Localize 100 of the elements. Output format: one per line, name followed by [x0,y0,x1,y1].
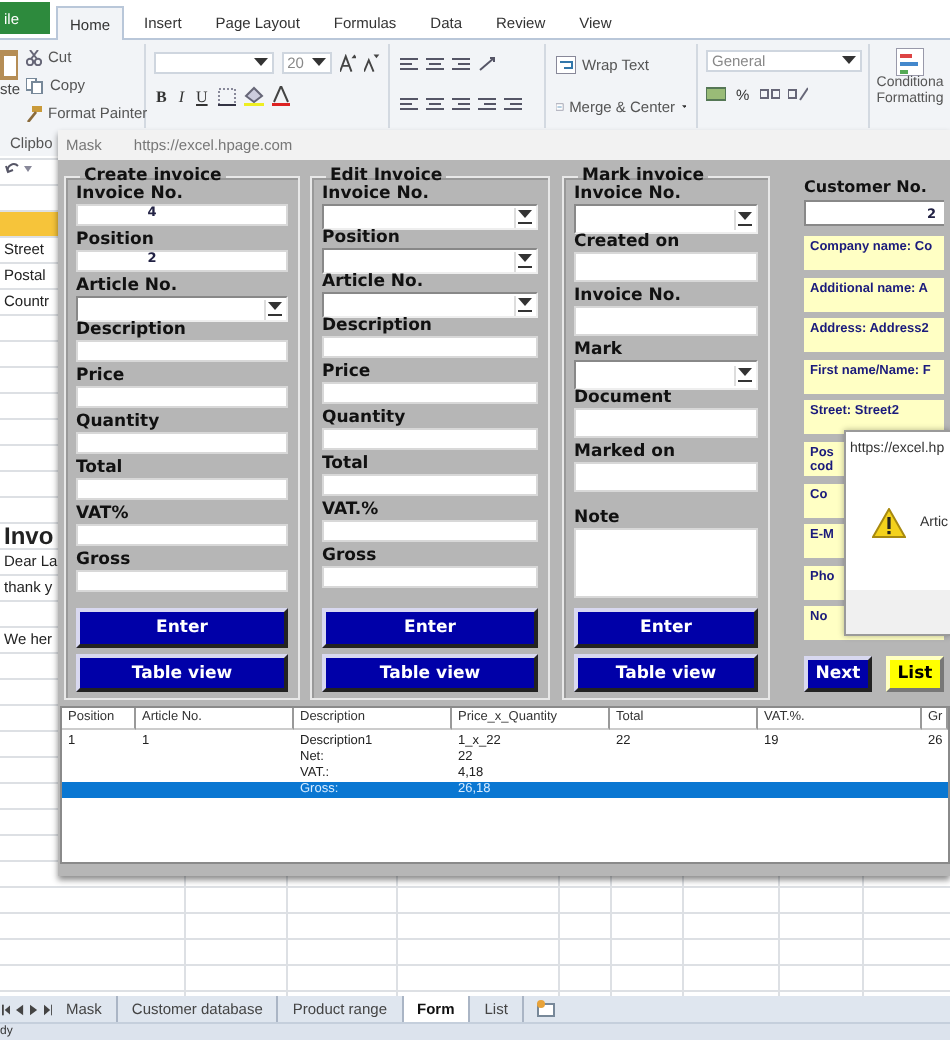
dropdown[interactable] [76,296,288,322]
dropdown[interactable] [574,204,758,234]
undo-icon[interactable] [4,160,36,176]
font-color-icon [271,86,290,106]
action-button[interactable]: Table view [322,654,538,692]
align-center-icon [426,96,444,112]
field-label: Position [322,230,400,248]
decrease-decimal-icon [787,86,808,102]
field-label: Position [76,232,154,250]
decrease-indent-icon [478,96,496,112]
grow-font-icon [339,53,357,71]
action-button[interactable]: Enter [322,608,538,648]
caret-icon [842,56,856,66]
field-label: Description [76,322,186,340]
field-label: Invoice No. [322,186,429,204]
action-button[interactable]: Table view [574,654,758,692]
italic-button[interactable]: I [176,84,187,108]
field-label: Mark [574,342,623,360]
field-label: Gross [322,548,377,566]
action-button[interactable]: Table view [76,654,288,692]
shrink-font-icon [364,53,380,71]
first-sheet-icon[interactable] [2,1003,11,1015]
filled-cell[interactable] [0,212,58,236]
warning-icon [872,508,906,538]
previous-sheet-icon[interactable] [16,1003,24,1015]
input-field[interactable] [574,306,758,336]
field-label: Customer No. [804,176,929,198]
input-field[interactable] [322,382,538,404]
dropdown[interactable] [322,204,538,230]
clipboard-icon [0,48,18,80]
copy-icon [26,77,45,93]
align-left-icon [400,96,418,112]
dropdown[interactable] [322,292,538,318]
brush-icon [26,105,43,121]
sheet-heading: Invo [4,522,54,550]
input-field[interactable] [322,566,538,588]
input-field[interactable] [322,336,538,358]
frame-title: Create invoice [84,166,224,186]
last-sheet-icon[interactable] [43,1003,52,1015]
field-label: Article No. [322,274,424,292]
input-field[interactable] [76,478,288,500]
frame-title: Mark invoice [582,166,707,186]
increase-decimal-icon [759,86,780,102]
font-name-field[interactable] [154,51,274,73]
merge-icon [556,98,564,116]
input-field[interactable] [574,252,758,282]
input-field[interactable] [574,462,758,492]
action-button[interactable]: List [886,656,944,692]
conditional-formatting-icon [896,48,924,76]
currency-icon [706,85,726,103]
caret-icon [268,302,282,316]
caret-icon [253,57,268,67]
caret-icon [518,254,532,268]
align-middle-icon [426,56,444,72]
input-field[interactable] [76,524,288,546]
align-bottom-icon [452,56,470,72]
field-label: Created on [574,234,680,252]
action-button[interactable]: Enter [76,608,288,648]
insert-sheet-icon[interactable] [535,1000,556,1018]
caret-icon [518,210,532,224]
border-icon [217,87,236,105]
input-field[interactable] [322,520,538,542]
action-button[interactable]: Enter [574,608,758,648]
bold-button[interactable]: B [154,84,169,108]
caret-icon [738,212,752,226]
input-field[interactable] [76,432,288,454]
field-label: Price [76,368,125,386]
wrap-text-icon [556,56,576,74]
action-button[interactable]: Next [804,656,872,692]
field-label: Note [574,510,620,528]
field-label: Article No. [76,278,178,296]
increase-indent-icon [504,96,522,112]
input-field[interactable] [76,386,288,408]
field-label: Quantity [76,414,160,432]
dropdown[interactable] [322,248,538,274]
field-label: Invoice No. [76,186,183,204]
input-field[interactable] [574,408,758,438]
field-label: Marked on [574,444,676,462]
input-field[interactable] [76,340,288,362]
field-label: Price [322,364,371,382]
field-label: Description [322,318,432,336]
field-label: Quantity [322,410,406,428]
fill-color-icon [243,86,264,106]
input-field[interactable] [76,570,288,592]
next-sheet-icon[interactable] [30,1003,38,1015]
field-label: VAT.% [322,502,379,520]
input-field[interactable] [322,474,538,496]
caret-icon [518,298,532,312]
align-right-icon [452,96,470,112]
input-field[interactable] [322,428,538,450]
field-label: VAT% [76,506,129,524]
caret-icon [311,57,326,67]
note-field[interactable] [574,528,758,598]
button-bar [846,590,950,634]
dropdown[interactable] [574,360,758,390]
field-label: Invoice No. [574,186,681,204]
underline-button[interactable]: U [194,84,210,108]
field-label: Invoice No. [574,288,681,306]
caret-icon [738,368,752,382]
field-label: Gross [76,552,131,570]
